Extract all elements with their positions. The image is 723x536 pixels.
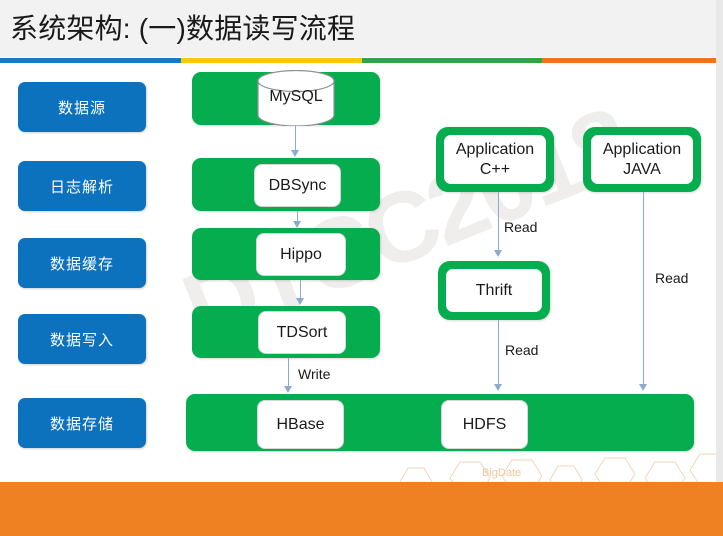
application-java-inner: Application JAVA — [591, 135, 693, 184]
application-label-line1: Application — [602, 140, 682, 158]
accent-stripe — [0, 58, 723, 63]
service-thrift-inner: Thrift — [446, 269, 542, 312]
connector-thrift-hdfs — [498, 320, 500, 386]
connector-hippo-tdsort — [300, 280, 302, 300]
application-label-line2: JAVA — [623, 160, 661, 178]
stage-label: 数据存储 — [49, 415, 114, 433]
edge-label-write: Write — [298, 366, 331, 382]
page-title: 系统架构: (一)数据读写流程 — [10, 13, 356, 44]
service-box-thrift[interactable]: Thrift — [438, 261, 550, 320]
stripe-segment-yellow — [181, 58, 362, 63]
slide-canvas: 系统架构: (一)数据读写流程 DTCC2018 BigDate 数据源 日志解… — [0, 0, 723, 536]
connector-cpp-thrift — [498, 192, 500, 252]
service-label: Thrift — [475, 281, 513, 299]
pipeline-node-hippo[interactable]: Hippo — [256, 233, 346, 276]
arrowhead-dbsync-hippo — [292, 221, 301, 228]
stage-box-data-storage[interactable]: 数据存储 — [18, 398, 146, 448]
stage-label: 日志解析 — [49, 178, 114, 196]
pipeline-node-mysql-label: MySQL — [269, 88, 323, 105]
arrowhead-cpp-thrift — [493, 250, 502, 257]
application-box-java[interactable]: Application JAVA — [583, 127, 701, 192]
stage-label: 数据源 — [57, 99, 106, 117]
edge-label-read-java-storage: Read — [655, 270, 689, 286]
connector-tdsort-storage — [288, 358, 290, 388]
connector-mysql-dbsync — [295, 125, 297, 151]
stage-label: 数据写入 — [49, 331, 114, 349]
stage-label: 数据缓存 — [49, 255, 114, 273]
arrowhead-java-storage — [638, 384, 647, 391]
storage-node-label: HDFS — [462, 416, 507, 433]
pipeline-node-tdsort[interactable]: TDSort — [258, 311, 346, 354]
application-box-cpp[interactable]: Application C++ — [436, 127, 554, 192]
application-label-line2: C++ — [479, 160, 511, 178]
stripe-segment-orange — [542, 58, 723, 63]
stage-box-log-parse[interactable]: 日志解析 — [18, 161, 146, 211]
arrowhead-mysql-dbsync — [290, 150, 299, 157]
storage-node-label: HBase — [276, 416, 325, 433]
stage-box-data-cache[interactable]: 数据缓存 — [18, 238, 146, 288]
stage-box-data-source[interactable]: 数据源 — [18, 82, 146, 132]
edge-label-read-thrift-hdfs: Read — [505, 342, 539, 358]
pipeline-node-label: TDSort — [276, 324, 328, 341]
right-edge-strip — [716, 0, 723, 482]
arrowhead-hippo-tdsort — [295, 298, 304, 305]
connector-java-storage — [643, 192, 645, 386]
application-label-line1: Application — [455, 140, 535, 158]
pipeline-node-label: Hippo — [280, 246, 322, 263]
stage-box-data-write[interactable]: 数据写入 — [18, 314, 146, 364]
storage-node-hdfs[interactable]: HDFS — [441, 400, 528, 449]
stripe-segment-blue — [0, 58, 181, 63]
stripe-segment-green — [362, 58, 542, 63]
application-cpp-inner: Application C++ — [444, 135, 546, 184]
arrowhead-thrift-hdfs — [493, 384, 502, 391]
edge-label-read-cpp-thrift: Read — [504, 219, 538, 235]
arrowhead-tdsort-storage — [283, 386, 292, 393]
storage-node-hbase[interactable]: HBase — [257, 400, 344, 449]
footer-bar: DTCC 2018 数领先机智赢未来 9 IT168 ChinaUnix ITP… — [0, 482, 723, 536]
hex-pattern-label: BigDate — [482, 467, 521, 479]
pipeline-node-label: DBSync — [268, 177, 327, 194]
title-bar: 系统架构: (一)数据读写流程 — [0, 0, 723, 57]
pipeline-node-dbsync[interactable]: DBSync — [254, 164, 341, 207]
